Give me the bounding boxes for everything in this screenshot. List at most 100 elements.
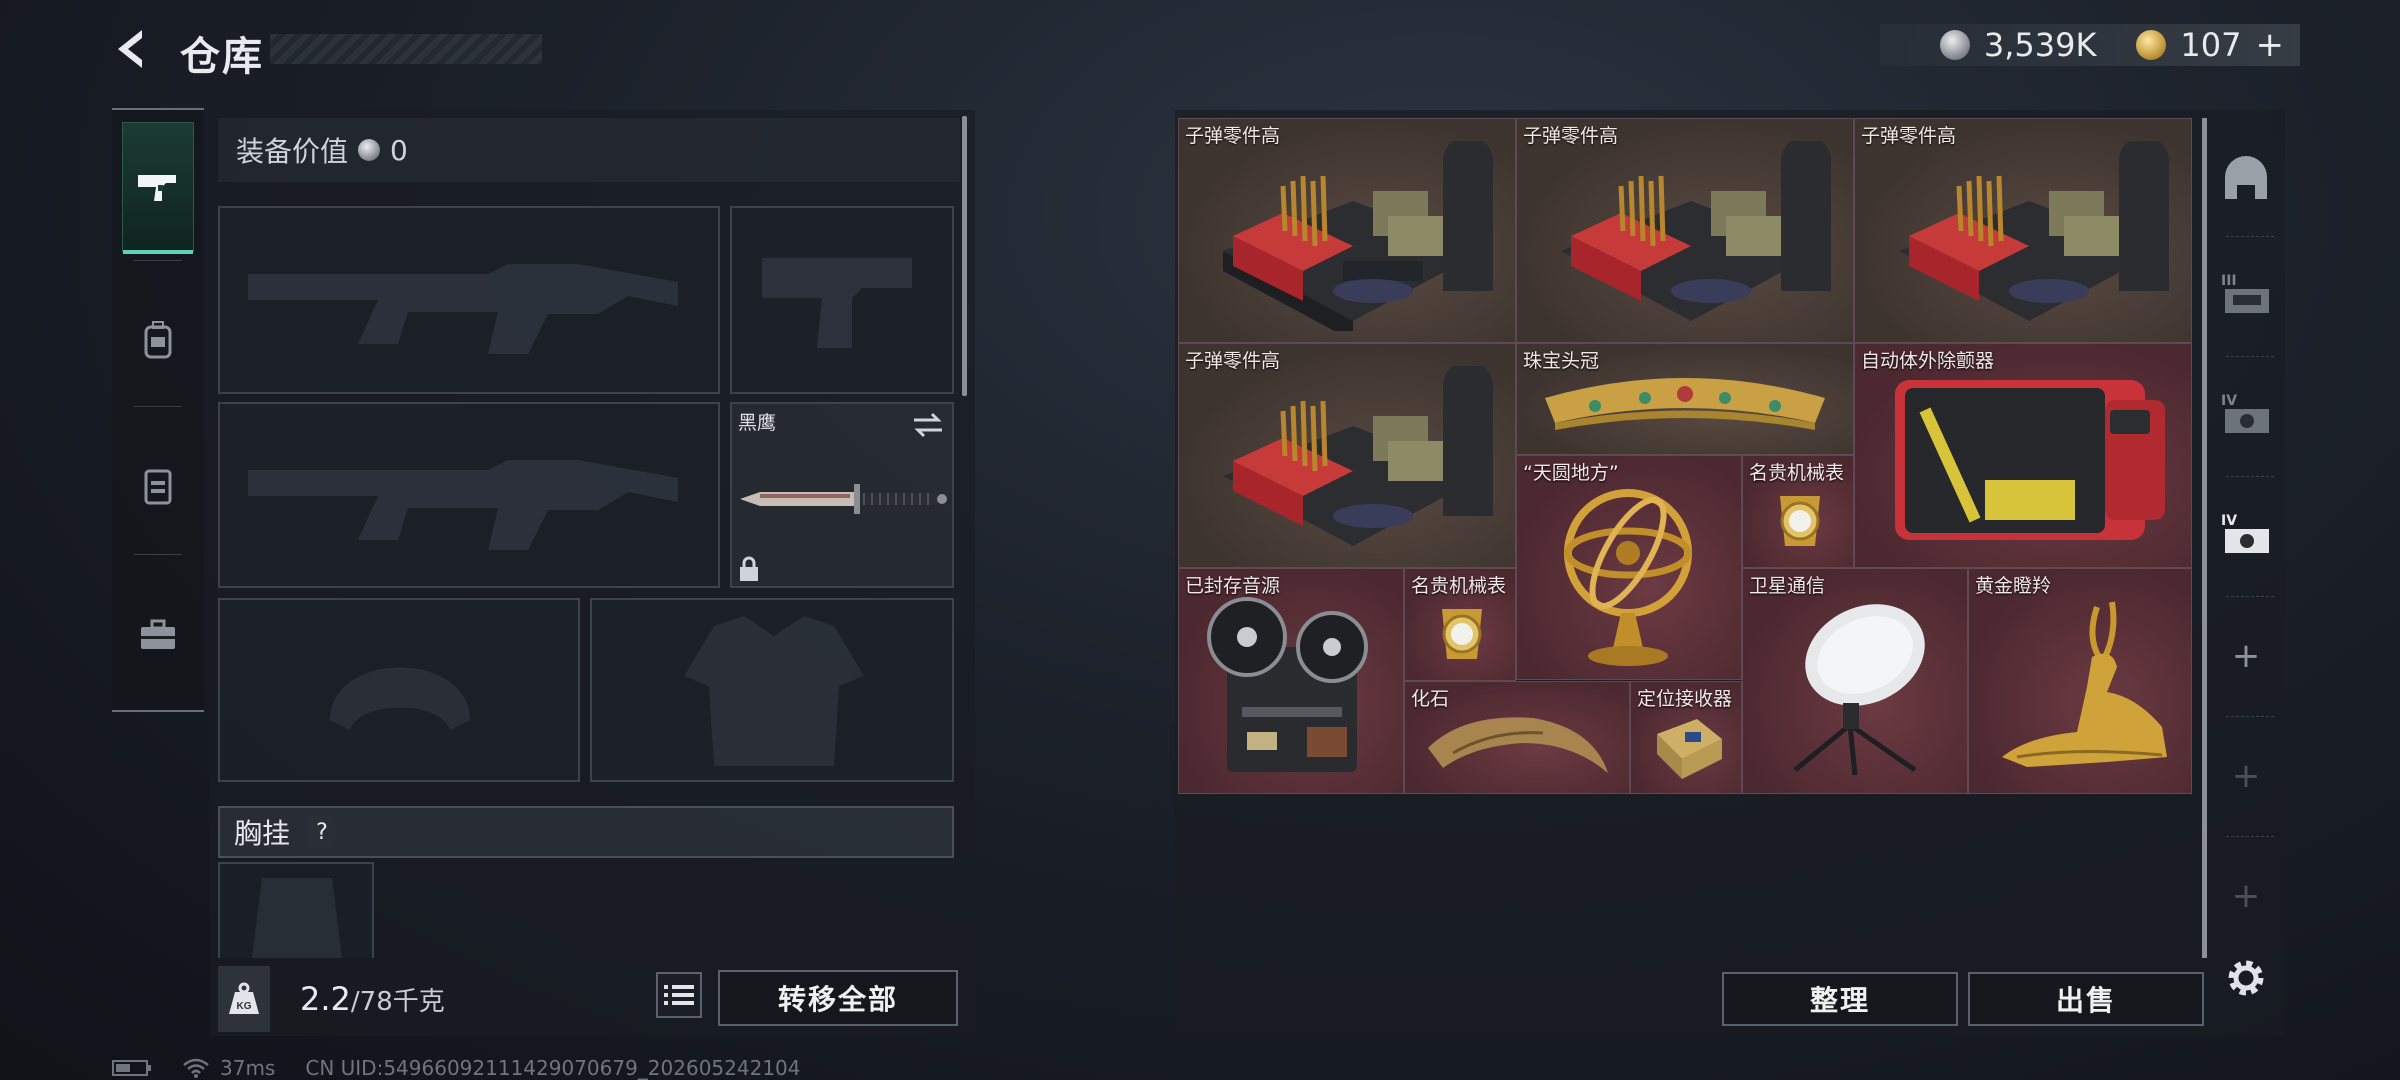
rifle-silhouette-icon [248, 264, 678, 354]
gold-coin-icon [2136, 30, 2167, 60]
chest-rig-slot[interactable] [218, 862, 374, 958]
case-level-4-icon: IV [2221, 393, 2269, 433]
list-icon [664, 985, 694, 1005]
gps-receiver-icon [1657, 719, 1722, 779]
chevron-left-icon [118, 30, 142, 68]
item-name: 自动体外除颤器 [1861, 350, 1995, 372]
settings-button[interactable] [2218, 950, 2274, 1006]
item-name: 已封存音源 [1185, 575, 1281, 597]
secondary-weapon-slot[interactable] [218, 402, 720, 588]
item-name: 子弹零件高 [1185, 125, 1281, 147]
shelter-icon [2225, 156, 2267, 199]
item-name: 化石 [1411, 688, 1450, 710]
svg-text:III: III [2221, 273, 2237, 289]
item-name: 子弹零件高 [1523, 125, 1619, 147]
stash-tab-3[interactable]: III [2218, 266, 2274, 322]
stash-item[interactable]: “天圆地方” [1516, 455, 1742, 680]
item-name: 子弹零件高 [1185, 350, 1281, 372]
add-gold-button[interactable]: + [2256, 25, 2285, 65]
stash-item[interactable]: 名贵机械表 [1404, 568, 1516, 681]
helmet-slot[interactable] [218, 598, 580, 782]
item-name: 定位接收器 [1637, 688, 1733, 710]
status-bar: 37ms CN UID:5496609211142907067​9_202605… [112, 1056, 801, 1080]
armillary-sphere-icon [1564, 489, 1692, 666]
item-name: 黄金瞪羚 [1975, 575, 2052, 597]
carry-weight-max: /78千克 [350, 987, 445, 1017]
tiara-icon [1545, 378, 1825, 430]
sidearm-slot[interactable] [730, 206, 954, 394]
equipment-value-label: 装备价值 [236, 135, 349, 168]
ping-value: 37ms [220, 1056, 276, 1080]
watch-icon [1442, 609, 1482, 659]
back-button[interactable] [108, 26, 154, 72]
item-name: 卫星通信 [1749, 575, 1826, 597]
sell-button[interactable]: 出售 [1968, 972, 2204, 1026]
list-view-button[interactable] [656, 972, 702, 1018]
item-name: 名贵机械表 [1749, 462, 1845, 484]
page-title: 仓库 [180, 34, 264, 80]
armor-slot[interactable] [590, 598, 954, 782]
stash-item[interactable]: 卫星通信 [1742, 568, 1968, 794]
stash-item[interactable]: 子弹零件高 [1178, 343, 1516, 568]
item-name: 子弹零件高 [1861, 125, 1957, 147]
backpack-icon [144, 321, 172, 359]
help-button[interactable]: ? [306, 816, 339, 848]
chest-rig-silhouette-icon [252, 878, 342, 958]
tab-gear[interactable] [122, 276, 194, 406]
knife-icon [740, 484, 947, 514]
helmet-silhouette-icon [330, 667, 470, 730]
item-name: 名贵机械表 [1411, 575, 1507, 597]
silver-amount: 3,539K [1983, 26, 2097, 64]
primary-weapon-slot[interactable] [218, 206, 720, 394]
loadout-scrollbar[interactable] [962, 116, 967, 396]
pistol-silhouette-icon [762, 258, 912, 348]
battery-icon [112, 1060, 151, 1076]
ammo-crate-icon [1561, 141, 1831, 321]
pistol-icon [138, 175, 176, 201]
reel-to-reel-recorder-icon [1207, 597, 1368, 772]
transfer-all-button[interactable]: 转移全部 [718, 970, 958, 1026]
stash-item[interactable]: 子弹零件高 [1178, 118, 1516, 343]
stash-item[interactable]: 子弹零件高 [1516, 118, 1854, 343]
stash-item[interactable]: 子弹零件高 [1854, 118, 2192, 343]
stash-tab-4a[interactable]: IV [2218, 386, 2274, 442]
silver-coin-icon [1939, 30, 1970, 60]
stash-tab-main[interactable] [2218, 150, 2274, 206]
svg-text:IV: IV [2221, 393, 2237, 409]
chest-rig-header: 胸挂 ? [218, 806, 954, 858]
briefcase-icon [141, 619, 175, 649]
sort-button[interactable]: 整理 [1722, 972, 1958, 1026]
stash-item[interactable]: 定位接收器 [1630, 681, 1742, 794]
add-stash-tab-button[interactable]: + [2218, 628, 2274, 684]
tab-toolbox[interactable] [122, 570, 194, 700]
stash-scrollbar[interactable] [2202, 118, 2207, 958]
equipment-value-amount: 0 [390, 133, 408, 167]
golden-gazelle-icon [2002, 601, 2167, 767]
tab-vest[interactable] [122, 422, 194, 552]
stash-item[interactable]: 名贵机械表 [1742, 455, 1854, 568]
stash-tab-4b[interactable]: IV [2218, 506, 2274, 562]
tab-weapons[interactable] [122, 122, 194, 254]
fossil-claw-icon [1428, 717, 1608, 773]
item-name: 珠宝头冠 [1523, 350, 1600, 372]
equipment-value: 装备价值 0 [218, 118, 960, 182]
ammo-crate-icon [1223, 366, 1493, 546]
silver-coin-icon [358, 139, 381, 161]
chest-rig-label: 胸挂 [234, 817, 291, 850]
stash-item[interactable]: 黄金瞪羚 [1968, 568, 2192, 794]
stash-item[interactable]: 珠宝头冠 [1516, 343, 1854, 455]
category-tabs [112, 108, 204, 712]
melee-slot[interactable]: 黑鹰 [730, 402, 954, 588]
carry-weight: 2.2/78千克 [300, 980, 445, 1018]
stash-item[interactable]: 已封存音源 [1178, 568, 1404, 794]
add-stash-tab-button[interactable]: + [2218, 868, 2274, 924]
add-stash-tab-button[interactable]: + [2218, 748, 2274, 804]
lock-icon [740, 556, 758, 581]
svg-text:IV: IV [2221, 513, 2237, 529]
gear-icon [2228, 960, 2264, 996]
swap-arrows-icon[interactable] [912, 412, 944, 438]
defibrillator-icon [1895, 380, 2165, 540]
stash-item[interactable]: 自动体外除颤器 [1854, 343, 2192, 568]
rifle-silhouette-icon [248, 460, 678, 550]
stash-item[interactable]: 化石 [1404, 681, 1630, 794]
